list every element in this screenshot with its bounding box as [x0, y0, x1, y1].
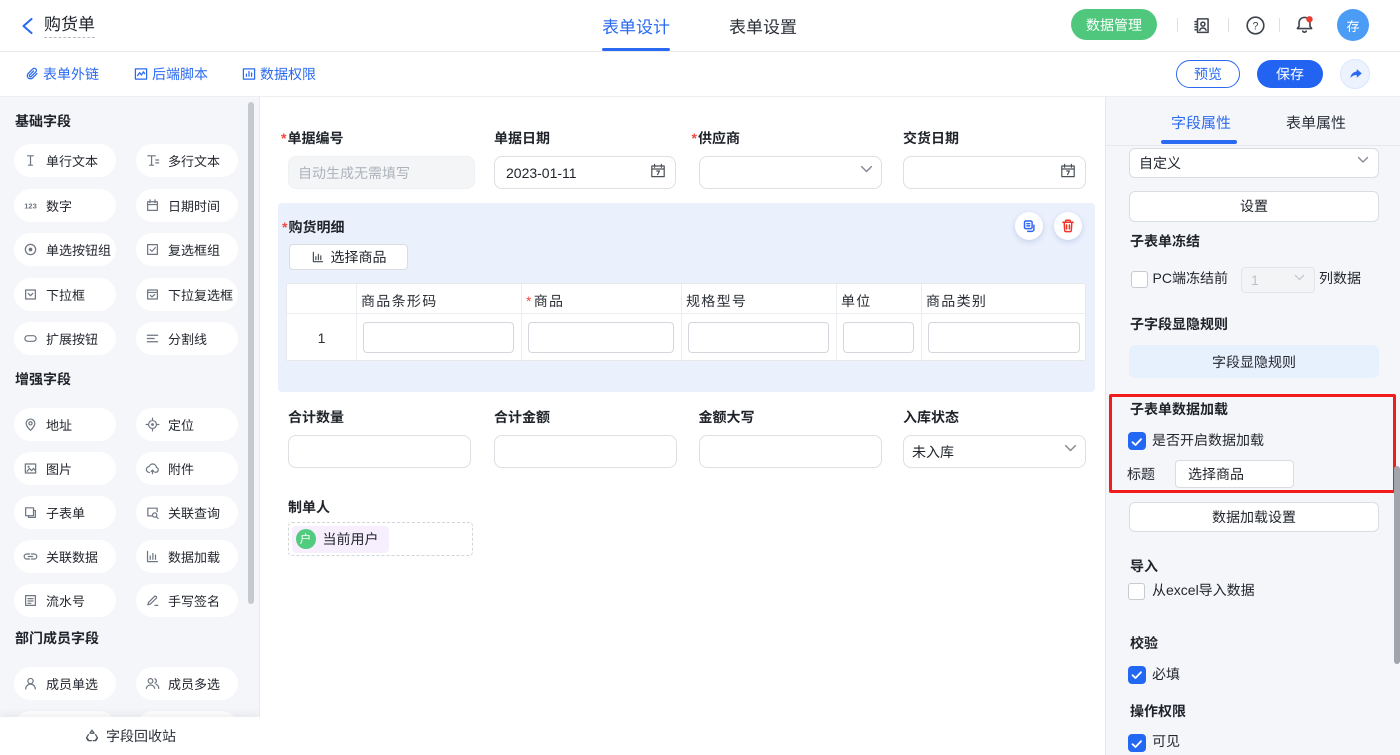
svg-text:?: ? [1253, 20, 1259, 32]
svg-text:123: 123 [24, 201, 37, 210]
